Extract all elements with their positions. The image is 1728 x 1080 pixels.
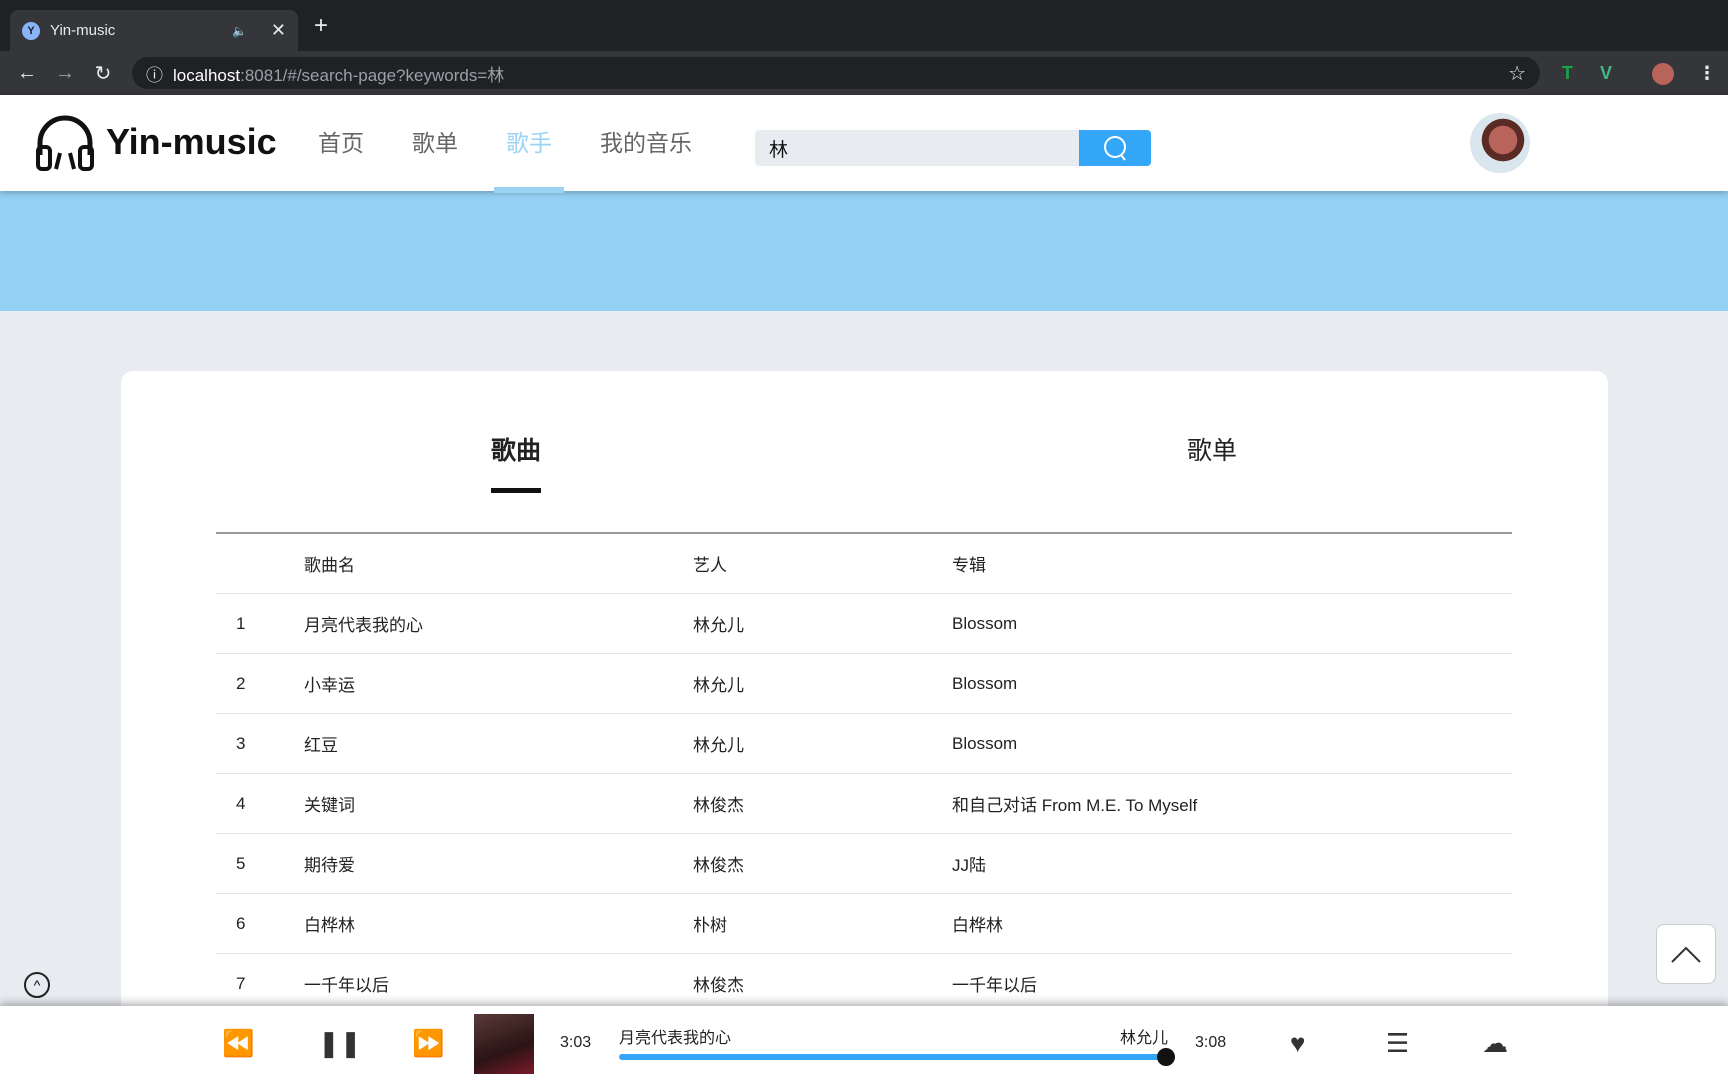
song-artist: 林俊杰 xyxy=(693,976,744,995)
address-bar: ← → ↻ ⓘ localhost:8081/#/search-page?key… xyxy=(0,51,1728,95)
new-tab-button[interactable]: + xyxy=(314,12,328,40)
search-results-card: 歌曲 歌单 歌曲名 艺人 专辑 1 月亮代表我的心 林允儿 Blossom 2 小幸运 林允… xyxy=(121,371,1608,1071)
table-row[interactable]: 4 关键词 林俊杰 和自己对话 From M.E. To Myself xyxy=(216,774,1512,834)
favicon-icon: Y xyxy=(22,21,40,40)
tab-title: Yin-music xyxy=(50,22,116,39)
menu-kebab-icon[interactable]: ⋮ xyxy=(1698,63,1716,84)
song-name: 小幸运 xyxy=(304,676,355,695)
song-artist: 林俊杰 xyxy=(693,796,744,815)
forward-icon[interactable]: → xyxy=(46,62,84,85)
previous-icon[interactable]: ⏪ xyxy=(222,1028,254,1059)
song-album: Blossom xyxy=(952,673,1018,693)
song-name: 月亮代表我的心 xyxy=(304,616,423,635)
song-album: 和自己对话 From M.E. To Myself xyxy=(952,796,1198,815)
song-name: 期待爱 xyxy=(304,856,355,875)
now-playing-artist: 林允儿 xyxy=(1120,1030,1169,1047)
url-input[interactable]: ⓘ localhost:8081/#/search-page?keywords=… xyxy=(132,57,1540,89)
logo-text: Yin-music xyxy=(106,121,277,162)
table-row[interactable]: 7 一千年以后 林俊杰 一千年以后 xyxy=(216,954,1512,1014)
song-name: 关键词 xyxy=(304,796,355,815)
song-artist: 朴树 xyxy=(693,916,727,935)
song-name: 一千年以后 xyxy=(304,976,389,995)
search-input[interactable] xyxy=(755,130,1079,166)
songs-table: 歌曲名 艺人 专辑 1 月亮代表我的心 林允儿 Blossom 2 小幸运 林允儿 Bloss… xyxy=(216,532,1512,1014)
logo[interactable]: Yin-music xyxy=(34,111,277,173)
pause-icon[interactable]: ❚❚ xyxy=(318,1028,362,1059)
table-row[interactable]: 6 白桦林 朴树 白桦林 xyxy=(216,894,1512,954)
song-index: 5 xyxy=(236,853,246,873)
tab-songs[interactable]: 歌曲 xyxy=(491,431,542,493)
main-nav: 首页 歌单 歌手 我的音乐 xyxy=(318,95,740,193)
download-cloud-icon[interactable]: ☁ xyxy=(1482,1028,1508,1059)
song-album: 白桦林 xyxy=(952,916,1003,935)
table-row[interactable]: 3 红豆 林允儿 Blossom xyxy=(216,714,1512,774)
nav-home[interactable]: 首页 xyxy=(318,95,388,191)
total-time: 3:08 xyxy=(1195,1034,1227,1051)
search-icon xyxy=(1104,136,1126,161)
nav-playlists[interactable]: 歌单 xyxy=(412,95,482,191)
song-index: 7 xyxy=(236,973,246,993)
headphones-icon xyxy=(36,115,94,171)
nav-my-music[interactable]: 我的音乐 xyxy=(600,95,716,191)
site-header: Yin-music 首页 歌单 歌手 我的音乐 xyxy=(0,95,1728,193)
speaker-icon[interactable]: 🔈 xyxy=(232,24,247,38)
song-index: 3 xyxy=(236,733,246,753)
url-host: localhost xyxy=(173,65,241,85)
next-icon[interactable]: ⏩ xyxy=(412,1028,444,1059)
vue-devtools-icon[interactable]: V xyxy=(1600,63,1612,84)
album-cover[interactable] xyxy=(474,1014,534,1074)
banner xyxy=(0,191,1728,311)
song-artist: 林允儿 xyxy=(693,616,744,635)
song-name: 红豆 xyxy=(304,736,338,755)
back-icon[interactable]: ← xyxy=(8,62,46,85)
song-album: Blossom xyxy=(952,733,1018,753)
song-name: 白桦林 xyxy=(304,916,355,935)
song-artist: 林允儿 xyxy=(693,736,744,755)
playlist-icon[interactable]: ☰ xyxy=(1386,1028,1409,1059)
table-row[interactable]: 1 月亮代表我的心 林允儿 Blossom xyxy=(216,594,1512,654)
browser-tab-bar: Y Yin-music 🔈 ✕ + xyxy=(0,0,1728,51)
song-index: 1 xyxy=(236,613,246,633)
table-row[interactable]: 5 期待爱 林俊杰 JJ陆 xyxy=(216,834,1512,894)
url-path: :8081/#/search-page?keywords=林 xyxy=(240,65,505,85)
search-button[interactable] xyxy=(1079,130,1151,166)
song-index: 2 xyxy=(236,673,246,693)
collapse-up-icon[interactable]: ^ xyxy=(24,972,50,998)
table-row[interactable]: 2 小幸运 林允儿 Blossom xyxy=(216,654,1512,714)
close-tab-icon[interactable]: ✕ xyxy=(271,20,286,41)
browser-tab[interactable]: Y Yin-music 🔈 ✕ xyxy=(10,10,298,51)
header-album: 专辑 xyxy=(952,556,986,575)
search-box xyxy=(755,130,1151,166)
user-avatar[interactable] xyxy=(1470,113,1530,173)
extension-shield-icon[interactable]: T xyxy=(1562,63,1573,84)
song-album: JJ陆 xyxy=(952,856,986,875)
header-song-name: 歌曲名 xyxy=(304,556,355,575)
song-index: 6 xyxy=(236,913,246,933)
music-player: ⏪ ❚❚ ⏩ 3:03 月亮代表我的心 林允儿 3:08 ♥ ☰ ☁ xyxy=(0,1006,1728,1080)
progress-bar[interactable] xyxy=(619,1054,1165,1060)
heart-icon[interactable]: ♥ xyxy=(1290,1028,1305,1059)
current-time: 3:03 xyxy=(560,1034,592,1051)
header-artist: 艺人 xyxy=(693,556,727,575)
song-artist: 林俊杰 xyxy=(693,856,744,875)
now-playing-title: 月亮代表我的心 xyxy=(619,1030,732,1047)
nav-singers[interactable]: 歌手 xyxy=(494,95,576,193)
tab-playlists[interactable]: 歌单 xyxy=(1187,431,1237,467)
progress-handle[interactable] xyxy=(1157,1048,1175,1066)
profile-avatar-icon[interactable] xyxy=(1652,63,1674,85)
back-to-top-button[interactable] xyxy=(1656,924,1716,984)
chevron-up-icon xyxy=(1671,946,1701,963)
table-header-row: 歌曲名 艺人 专辑 xyxy=(216,534,1512,594)
song-artist: 林允儿 xyxy=(693,676,744,695)
bookmark-star-icon[interactable]: ☆ xyxy=(1508,61,1526,86)
reload-icon[interactable]: ↻ xyxy=(84,61,122,86)
info-icon[interactable]: ⓘ xyxy=(146,61,163,86)
song-album: 一千年以后 xyxy=(952,976,1037,995)
song-album: Blossom xyxy=(952,613,1018,633)
song-index: 4 xyxy=(236,793,246,813)
